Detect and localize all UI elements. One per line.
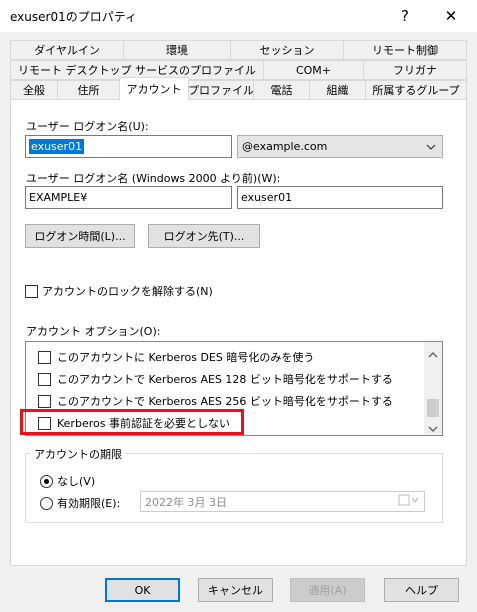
tab-organization[interactable]: 組織: [309, 80, 366, 100]
tab-session[interactable]: セッション: [230, 40, 344, 60]
window-title: exuser01のプロパティ: [10, 10, 137, 24]
tab-general[interactable]: 全般: [10, 80, 58, 100]
tab-complus[interactable]: COM+: [263, 60, 364, 80]
tab-telephones[interactable]: 電話: [253, 80, 310, 100]
close-button[interactable]: ✕: [428, 0, 474, 32]
tab-furigana[interactable]: フリガナ: [363, 60, 467, 80]
tab-address[interactable]: 住所: [57, 80, 120, 100]
tab-environment[interactable]: 環境: [123, 40, 231, 60]
tab-remote-control[interactable]: リモート制御: [343, 40, 467, 60]
account-tab-panel: [10, 99, 467, 566]
title-bar: exuser01のプロパティ ? ✕: [0, 0, 477, 32]
tab-dialin[interactable]: ダイヤルイン: [10, 40, 124, 60]
tab-account[interactable]: アカウント: [119, 77, 189, 100]
tab-member-of[interactable]: 所属するグループ: [365, 80, 467, 100]
help-title-button[interactable]: ?: [382, 0, 428, 32]
tab-profile[interactable]: プロファイル: [188, 80, 254, 100]
